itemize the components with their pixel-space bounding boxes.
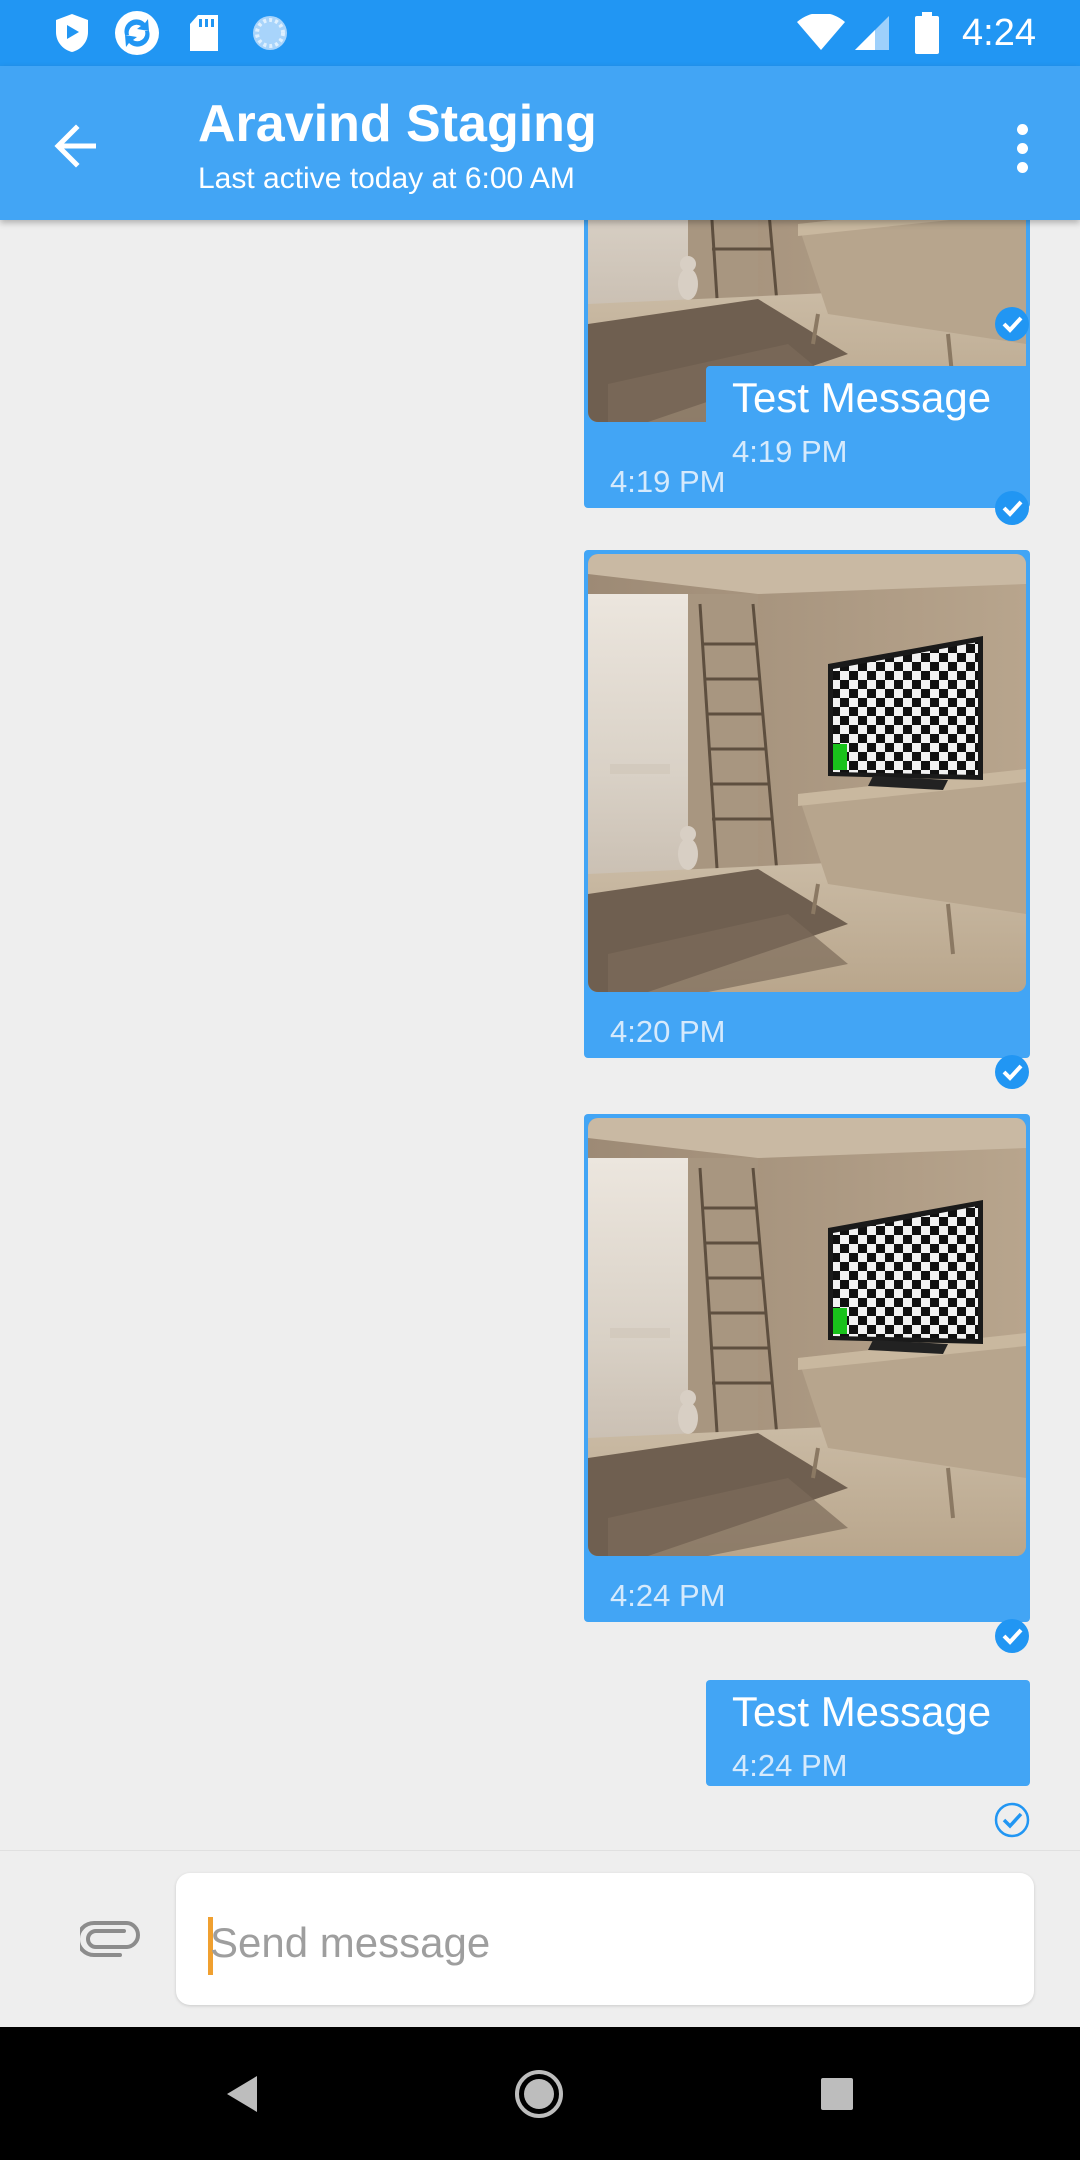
read-check-icon	[995, 491, 1029, 525]
paperclip-icon	[80, 1921, 140, 1957]
message-photo[interactable]	[588, 554, 1026, 992]
message-text: Test Message	[732, 374, 992, 421]
nav-home-icon	[515, 2070, 563, 2118]
app-bar: Aravind Staging Last active today at 6:0…	[0, 66, 1080, 220]
last-active-status: Last active today at 6:00 AM	[198, 162, 575, 195]
cellular-signal-icon	[852, 0, 892, 66]
status-time: 4:24	[962, 12, 1036, 54]
message-time: 4:24 PM	[732, 1748, 848, 1783]
attach-button[interactable]	[76, 1909, 144, 1969]
wifi-icon	[796, 0, 846, 66]
message-time: 4:20 PM	[610, 1014, 726, 1049]
system-navigation-bar	[0, 2027, 1080, 2160]
nav-home-button[interactable]	[496, 2051, 582, 2137]
message-time: 4:24 PM	[610, 1578, 726, 1613]
message-bubble-text[interactable]: Test Message 4:24 PM	[706, 1680, 1030, 1786]
composer-bar: Send message	[0, 1850, 1080, 2027]
conversation-title[interactable]: Aravind Staging	[198, 94, 597, 154]
loading-spinner-icon	[250, 0, 290, 66]
message-time: 4:19 PM	[732, 434, 848, 469]
read-check-icon	[995, 1055, 1029, 1089]
shield-app-icon	[52, 0, 92, 66]
message-input[interactable]: Send message	[176, 1873, 1034, 2005]
delivered-check-icon	[994, 1802, 1030, 1838]
message-photo[interactable]	[588, 1118, 1026, 1556]
overflow-menu-button[interactable]	[994, 110, 1050, 186]
nav-back-button[interactable]	[198, 2051, 284, 2137]
nav-recents-button[interactable]	[794, 2051, 880, 2137]
status-bar: 4:24	[0, 0, 1080, 66]
message-bubble-text[interactable]: Test Message 4:19 PM	[706, 366, 1030, 472]
nav-recents-icon	[821, 2078, 853, 2110]
message-bubble-image[interactable]: 4:24 PM	[584, 1114, 1030, 1622]
message-list[interactable]: 4:19 PM Test Message 4:19 PM 4:20 PM 4:2…	[0, 220, 1080, 1850]
read-check-icon	[995, 1619, 1029, 1653]
back-button[interactable]	[40, 110, 112, 182]
message-text: Test Message	[732, 1688, 992, 1735]
battery-icon	[912, 0, 942, 66]
sd-card-icon	[186, 0, 222, 66]
message-bubble-image[interactable]: 4:20 PM	[584, 550, 1030, 1058]
arrow-back-icon	[54, 124, 96, 168]
message-input-placeholder: Send message	[210, 1919, 491, 1966]
read-check-icon	[995, 307, 1029, 341]
nav-back-icon	[227, 2076, 257, 2112]
sync-app-icon	[112, 0, 162, 66]
more-vert-icon	[1016, 123, 1028, 135]
